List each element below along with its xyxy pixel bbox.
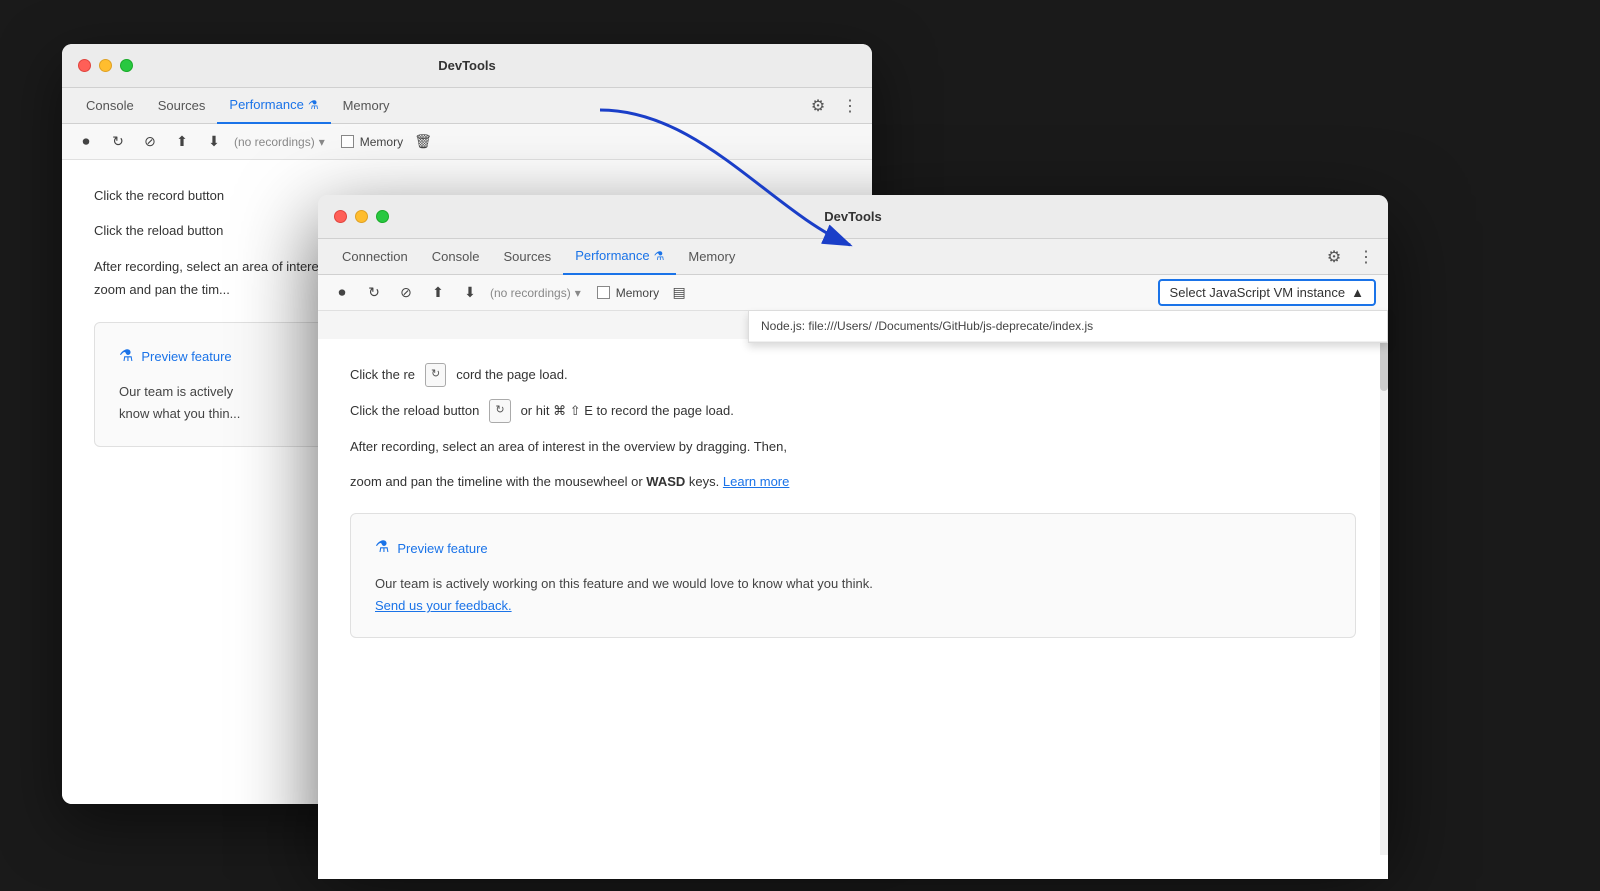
front-tab-actions: ⚙ ⋮	[1324, 247, 1376, 267]
front-preview-flask-icon: ⚗	[375, 534, 389, 563]
front-tab-memory[interactable]: Memory	[676, 239, 747, 275]
front-content: Click the re ↻ cord the page load. Click…	[318, 339, 1388, 879]
download-btn-front[interactable]: ⬇	[458, 281, 482, 305]
back-tabs-bar: Console Sources Performance ⚗ Memory ⚙ ⋮	[62, 88, 872, 124]
back-tab-memory[interactable]: Memory	[331, 88, 402, 124]
front-more-icon[interactable]: ⋮	[1356, 247, 1376, 267]
reload-btn-back[interactable]: ↻	[106, 130, 130, 154]
front-preview-text: Our team is actively working on this fea…	[375, 573, 1331, 617]
front-tab-connection[interactable]: Connection	[330, 239, 420, 275]
back-tab-actions: ⚙ ⋮	[808, 96, 860, 116]
learn-more-link[interactable]: Learn more	[723, 474, 789, 489]
front-settings-icon[interactable]: ⚙	[1324, 247, 1344, 267]
back-titlebar: DevTools	[62, 44, 872, 88]
cpu-btn-front[interactable]: ▤	[667, 281, 691, 305]
maximize-button-front[interactable]	[376, 210, 389, 223]
traffic-lights-front	[334, 210, 389, 223]
vm-select-chevron-icon: ▲	[1351, 285, 1364, 300]
recordings-select-front[interactable]: (no recordings) ▾	[490, 286, 581, 300]
record-btn-front[interactable]: ⏺	[330, 281, 354, 305]
front-preview-box: ⚗ Preview feature Our team is actively w…	[350, 513, 1356, 638]
performance-flask-icon-back: ⚗	[308, 98, 319, 112]
download-btn-back[interactable]: ⬇	[202, 130, 226, 154]
front-tabs-bar: Connection Console Sources Performance ⚗…	[318, 239, 1388, 275]
upload-btn-front[interactable]: ⬆	[426, 281, 450, 305]
memory-check-back[interactable]	[341, 135, 354, 148]
back-more-icon[interactable]: ⋮	[840, 96, 860, 116]
vm-select-button[interactable]: Select JavaScript VM instance ▲	[1158, 279, 1376, 306]
upload-btn-back[interactable]: ⬆	[170, 130, 194, 154]
close-button-front[interactable]	[334, 210, 347, 223]
front-instruction-4: zoom and pan the timeline with the mouse…	[350, 470, 1356, 493]
back-tab-performance[interactable]: Performance ⚗	[217, 88, 330, 124]
record-btn-back[interactable]: ⏺	[74, 130, 98, 154]
memory-checkbox-front[interactable]: Memory	[597, 286, 659, 300]
reload-btn-front[interactable]: ↻	[362, 281, 386, 305]
front-titlebar: DevTools	[318, 195, 1388, 239]
front-window-title: DevTools	[824, 209, 882, 224]
reload-icon-kbd: ↻	[489, 399, 510, 423]
recordings-select-back[interactable]: (no recordings) ▾	[234, 135, 325, 149]
performance-flask-icon-front: ⚗	[654, 249, 665, 263]
front-instruction-3: After recording, select an area of inter…	[350, 435, 1356, 458]
feedback-link[interactable]: Send us your feedback.	[375, 598, 512, 613]
front-instruction-2: Click the reload button ↻ or hit ⌘ ⇧ E t…	[350, 399, 1356, 423]
memory-checkbox-back[interactable]: Memory	[341, 135, 403, 149]
reload-kbd: ↻	[425, 363, 446, 387]
vm-dropdown-list: Node.js: file:///Users/ /Documents/GitHu…	[748, 311, 1388, 343]
front-tab-console[interactable]: Console	[420, 239, 492, 275]
vm-select-container: Select JavaScript VM instance ▲	[1158, 279, 1376, 306]
back-window-title: DevTools	[438, 58, 496, 73]
front-toolbar: ⏺ ↻ ⊘ ⬆ ⬇ (no recordings) ▾ Memory ▤ Sel…	[318, 275, 1388, 311]
back-toolbar: ⏺ ↻ ⊘ ⬆ ⬇ (no recordings) ▾ Memory 🗑	[62, 124, 872, 160]
back-preview-flask-icon: ⚗	[119, 343, 133, 372]
front-preview-title: ⚗ Preview feature	[375, 534, 1331, 563]
back-settings-icon[interactable]: ⚙	[808, 96, 828, 116]
delete-btn-back[interactable]: 🗑	[411, 130, 435, 154]
vm-dropdown-item-nodejs[interactable]: Node.js: file:///Users/ /Documents/GitHu…	[749, 311, 1387, 342]
front-tab-sources[interactable]: Sources	[491, 239, 563, 275]
front-scrollbar[interactable]	[1380, 311, 1388, 855]
minimize-button-back[interactable]	[99, 59, 112, 72]
stop-btn-front[interactable]: ⊘	[394, 281, 418, 305]
back-tab-sources[interactable]: Sources	[146, 88, 218, 124]
front-instruction-1: Click the re ↻ cord the page load.	[350, 363, 1356, 387]
close-button-back[interactable]	[78, 59, 91, 72]
traffic-lights-back	[78, 59, 133, 72]
maximize-button-back[interactable]	[120, 59, 133, 72]
stop-btn-back[interactable]: ⊘	[138, 130, 162, 154]
memory-check-front[interactable]	[597, 286, 610, 299]
front-tab-performance[interactable]: Performance ⚗	[563, 239, 676, 275]
front-window: DevTools Connection Console Sources Perf…	[318, 195, 1388, 855]
minimize-button-front[interactable]	[355, 210, 368, 223]
back-tab-console[interactable]: Console	[74, 88, 146, 124]
